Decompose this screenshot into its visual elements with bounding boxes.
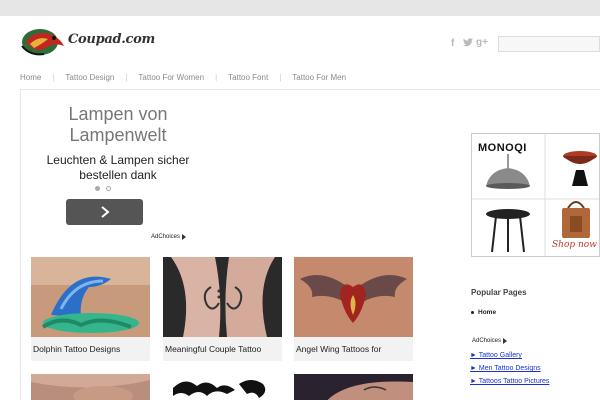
popular-page-home-link[interactable]: Home [478,309,496,316]
post-title[interactable]: Dolphin Tattoo Designs [31,337,150,361]
post-thumbnail[interactable] [163,374,282,400]
ad-title[interactable]: Lampen von Lampenwelt [22,104,214,146]
nav-divider [20,89,600,90]
nav-item-home[interactable]: Home [20,73,41,82]
ad-link-tattoos-tattoo-pictures[interactable]: ► Tattoos Tattoo Pictures [470,378,549,385]
adchoices-label: AdChoices [151,234,181,240]
top-strip [0,0,600,16]
ad-link-men-tattoo-designs[interactable]: ► Men Tattoo Designs [470,365,541,372]
search-input[interactable] [498,36,600,52]
post-thumbnail[interactable] [31,257,150,337]
post-title[interactable]: Meaningful Couple Tattoo [163,337,282,361]
nav-separator: | [125,72,128,82]
couple-tattoo-image [163,257,282,337]
adchoices-link[interactable]: AdChoices [151,234,187,240]
angel-wing-tattoo-image [294,257,413,337]
post-card[interactable]: Dolphin Tattoo Designs [31,257,150,361]
twitter-icon[interactable] [463,38,473,50]
sidebar-ad-brand: MONOQI [478,142,527,154]
foot-tattoo-image [31,374,150,400]
sidebar-adchoices-link[interactable]: AdChoices [472,338,508,344]
nav-item-tattoo-for-men[interactable]: Tattoo For Men [292,73,346,82]
sidebar-ad-banner[interactable]: MONOQI Shop now [471,133,600,257]
adchoices-icon [503,338,508,344]
content-left-border [20,90,21,400]
post-card[interactable]: Meaningful Couple Tattoo [163,257,282,361]
ad-next-button[interactable] [66,199,143,225]
popular-pages-list: Home [471,309,496,316]
nav-item-tattoo-for-women[interactable]: Tattoo For Women [138,73,204,82]
wrist-tattoo-image [294,374,413,400]
dragon-logo-icon [21,29,64,56]
post-thumbnail[interactable] [31,374,150,400]
adchoices-label: AdChoices [472,338,502,344]
post-thumbnail[interactable] [163,257,282,337]
adchoices-icon [182,234,187,240]
dolphin-tattoo-image [31,257,150,337]
sidebar-ad-shop-now[interactable]: Shop now [552,240,597,250]
nav-separator: | [215,72,218,82]
post-title[interactable]: Angel Wing Tattoos for [294,337,413,361]
tribal-tattoo-image [163,374,282,400]
facebook-icon[interactable]: f [451,38,454,49]
nav-separator: | [279,72,282,82]
carousel-dot[interactable] [106,186,111,191]
carousel-dot-active[interactable] [95,186,100,191]
google-plus-icon[interactable]: g+ [476,37,488,48]
ad-subtitle[interactable]: Leuchten & Lampen sicher bestellen dank [22,153,214,183]
main-nav: Home | Tattoo Design | Tattoo For Women … [20,70,346,84]
post-card[interactable]: Angel Wing Tattoos for [294,257,413,361]
post-thumbnail[interactable] [294,257,413,337]
nav-item-tattoo-font[interactable]: Tattoo Font [228,73,268,82]
popular-pages-heading: Popular Pages [471,288,527,297]
logo-text[interactable]: Coupad.com [68,32,155,47]
list-bullet [471,311,474,314]
nav-separator: | [52,72,55,82]
page: Coupad.com f g+ Home | Tattoo Design | T… [0,16,600,400]
ad-link-tattoo-gallery[interactable]: ► Tattoo Gallery [470,352,522,359]
ad-carousel-dots [95,186,111,191]
nav-item-tattoo-design[interactable]: Tattoo Design [65,73,114,82]
post-thumbnail[interactable] [294,374,413,400]
chevron-right-icon [100,206,110,218]
